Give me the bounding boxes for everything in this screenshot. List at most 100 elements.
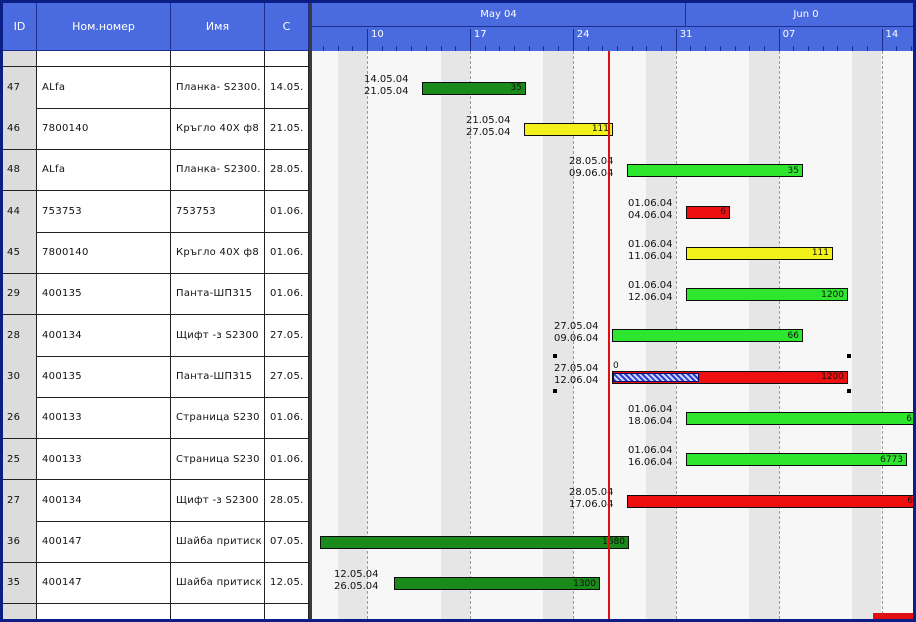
selection-handle[interactable] [847,354,851,359]
day-tick [484,46,486,51]
grid-cell-empty [265,51,309,67]
grid-cell-name[interactable]: Шайба притиск [171,562,265,605]
grid-cell-code[interactable]: 400133 [37,438,171,481]
column-header-c[interactable]: С [265,3,309,51]
grid-cell-id[interactable]: 29 [3,273,37,316]
grid-cell-name[interactable]: Кръгло 40X ф8 [171,108,265,151]
timeline-header: May 04 Jun 0 10 17 24 31 07 14 [312,3,913,51]
grid-cell-id[interactable]: 46 [3,108,37,151]
grid-cell-name[interactable]: 753753 [171,190,265,233]
grid-cell-c[interactable]: 07.05. [265,521,309,564]
grid-cell-name[interactable]: Планка- S2300. [171,67,265,109]
grid-cell-c[interactable]: 01.06. [265,397,309,440]
grid-cell-c[interactable]: 27.05. [265,356,309,398]
grid-cell-name[interactable]: Панта-ШП315 [171,356,265,398]
grid-cell-code[interactable]: 7800140 [37,232,171,274]
grid-cell-id[interactable]: 28 [3,314,37,357]
grid-cell-code[interactable]: ALfa [37,149,171,192]
day-tick [411,46,413,51]
day-tick [396,46,398,51]
grid-cell-code[interactable]: 400134 [37,314,171,357]
week-label: 24 [576,29,590,40]
grid-cell-name[interactable]: Щифт -з S2300 [171,480,265,522]
task-dates: 01.06.04 18.06.04 [628,404,722,428]
column-header-id[interactable]: ID [3,3,37,51]
grid-cell-c[interactable]: 21.05. [265,108,309,151]
week-label: 14 [885,29,899,40]
week-label: 07 [782,29,796,40]
grid-cell-id[interactable]: 36 [3,521,37,564]
grid-cell-id[interactable]: 27 [3,480,37,522]
grid-cell-id[interactable]: 35 [3,562,37,605]
selection-handle[interactable] [553,389,557,394]
grid-cell-id[interactable]: 30 [3,356,37,398]
grid-cell-code[interactable]: 400134 [37,480,171,522]
grid-cell-id[interactable]: 44 [3,190,37,233]
grid-cell-empty [3,603,37,619]
grid-cell-name[interactable]: Планка- S2300. [171,149,265,192]
grid-cell-id[interactable]: 25 [3,438,37,481]
task-start-date: 01.06.04 [628,445,673,457]
day-tick [322,46,324,51]
grid-cell-name[interactable]: Шайба притиск [171,521,265,564]
grid-cell-c[interactable]: 01.06. [265,273,309,316]
grid-cell-name[interactable]: Страница S230 [171,397,265,440]
task-bar-value: 6 [907,496,913,507]
day-tick [587,46,589,51]
task-dates: 28.05.04 09.06.04 [569,156,663,180]
grid-cell-id[interactable]: 26 [3,397,37,440]
task-start-date: 21.05.04 [466,114,511,126]
scroll-indicator[interactable] [873,613,913,619]
task-bar-value: 1200 [821,289,844,300]
grid-cell-name[interactable]: Щифт -з S2300 [171,314,265,357]
task-dates: 12.05.04 26.05.04 [334,569,430,593]
grid-cell-name[interactable]: Страница S230 [171,438,265,481]
task-end-date: 27.05.04 [466,126,511,138]
grid-cell-name[interactable]: Панта-ШП315 [171,273,265,316]
task-end-date: 18.06.04 [628,416,673,428]
week-label: 31 [679,29,693,40]
day-tick [616,46,618,51]
day-tick [896,46,898,51]
column-header-name[interactable]: Имя [171,3,265,51]
grid-cell-code[interactable]: 400147 [37,562,171,605]
grid-cell-c[interactable]: 01.06. [265,190,309,233]
selection-handle[interactable] [553,354,557,359]
grid-cell-code[interactable]: 753753 [37,190,171,233]
selection-handle[interactable] [847,389,851,394]
grid-cell-c[interactable]: 01.06. [265,438,309,481]
day-tick [793,46,795,51]
grid-cell-code[interactable]: 400135 [37,356,171,398]
task-dates: 21.05.04 27.05.04 [466,115,560,139]
grid-cell-code[interactable]: 400147 [37,521,171,564]
grid-cell-c[interactable]: 27.05. [265,314,309,357]
grid-cell-c[interactable]: 01.06. [265,232,309,274]
grid-cell-name[interactable]: Кръгло 40X ф8 [171,232,265,274]
grid-cell-code[interactable]: 400135 [37,273,171,316]
column-header-code[interactable]: Ном.номер [37,3,171,51]
task-start-date: 27.05.04 [554,362,599,374]
grid-cell-code[interactable]: 400133 [37,397,171,440]
grid-cell-empty [3,51,37,67]
grid-cell-c[interactable]: 28.05. [265,149,309,192]
task-end-date: 12.06.04 [628,292,673,304]
gantt-chart: May 04 Jun 0 10 17 24 31 07 14 35 14.05.04 21.0… [312,3,913,619]
task-end-date: 21.05.04 [364,85,409,97]
day-tick [822,46,824,51]
day-tick [514,46,515,51]
day-tick [719,46,721,51]
grid-cell-c[interactable]: 12.05. [265,562,309,605]
week-gridline [881,51,883,619]
task-bar[interactable]: 6 [627,494,913,508]
grid-cell-c[interactable]: 14.05. [265,67,309,109]
grid-cell-id[interactable]: 47 [3,67,37,109]
task-end-date: 17.06.04 [569,498,614,510]
grid-cell-id[interactable]: 48 [3,149,37,192]
grid-cell-code[interactable]: 7800140 [37,108,171,151]
task-bar[interactable]: 1680 [320,535,629,549]
grid-cell-c[interactable]: 28.05. [265,480,309,522]
day-tick [528,46,530,51]
day-tick [381,46,383,51]
grid-cell-code[interactable]: ALfa [37,67,171,109]
grid-cell-id[interactable]: 45 [3,232,37,274]
